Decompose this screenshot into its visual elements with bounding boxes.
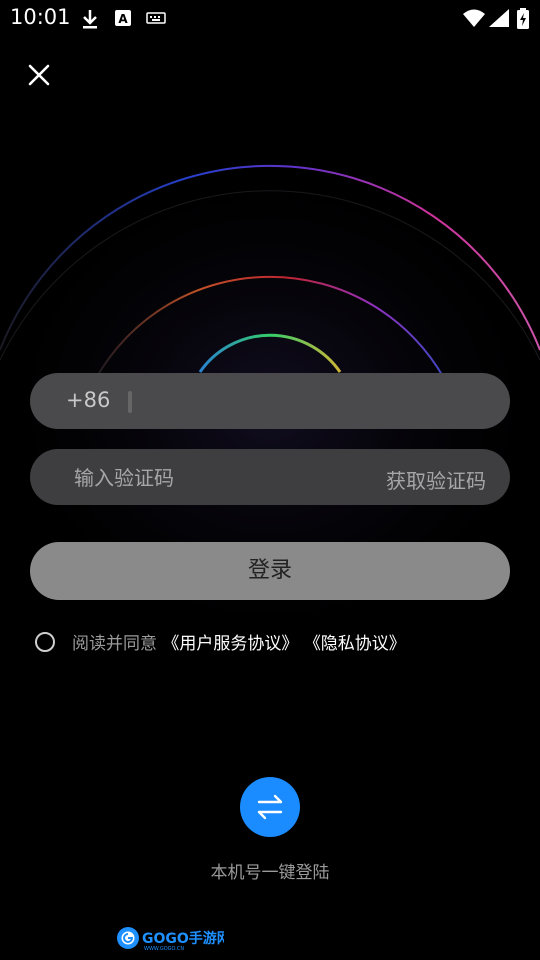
status-time: 10:01	[10, 5, 71, 29]
svg-text:A: A	[118, 12, 128, 26]
agreement-prefix: 阅读并同意	[72, 634, 157, 654]
one-click-login-label: 本机号一键登陆	[210, 863, 330, 883]
wifi-icon	[463, 9, 485, 27]
battery-charging-icon	[517, 8, 529, 29]
login-button[interactable]: 登录	[30, 542, 510, 600]
agreement-checkbox[interactable]	[35, 632, 55, 652]
one-click-login-button[interactable]	[240, 777, 300, 837]
close-icon[interactable]	[24, 60, 54, 90]
country-code[interactable]: +86	[66, 388, 110, 412]
input-cursor	[128, 391, 132, 413]
keyboard-icon	[146, 12, 166, 24]
phone-field: +86	[30, 373, 510, 429]
text-a-icon: A	[115, 10, 131, 26]
signal-icon	[489, 9, 509, 27]
user-agreement-link[interactable]: 《用户服务协议》	[162, 634, 298, 654]
gogo-logo: GOGO手游网 WWW.GOGO.CN	[117, 927, 224, 952]
code-field: 获取验证码	[30, 449, 510, 505]
agreement-text: 阅读并同意 《用户服务协议》 《隐私协议》	[72, 629, 406, 654]
svg-text:WWW.GOGO.CN: WWW.GOGO.CN	[144, 946, 184, 952]
phone-input[interactable]	[140, 381, 484, 423]
get-code-button[interactable]: 获取验证码	[386, 465, 486, 494]
download-icon	[83, 10, 97, 29]
status-bar: 10:01 A	[0, 0, 540, 36]
code-input[interactable]	[72, 457, 356, 499]
svg-text:GOGO手游网: GOGO手游网	[142, 930, 224, 947]
swap-arrows-icon	[257, 794, 283, 820]
privacy-link[interactable]: 《隐私协议》	[304, 634, 406, 654]
